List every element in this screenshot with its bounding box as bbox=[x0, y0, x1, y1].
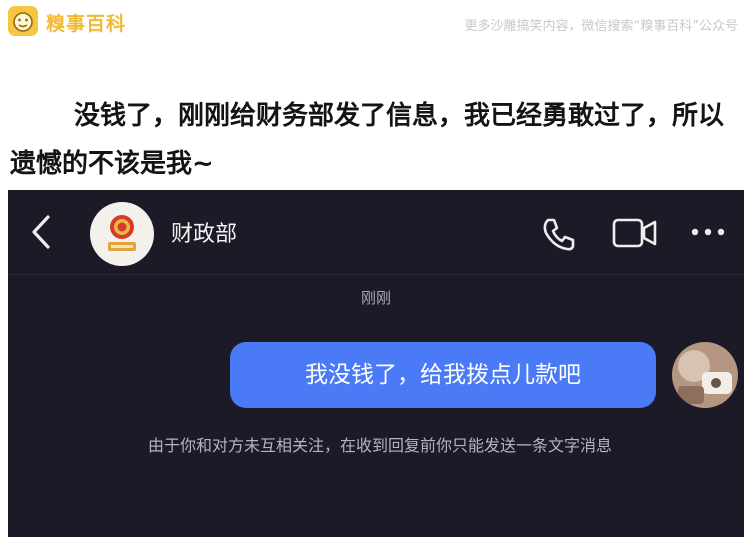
chat-screenshot: 财政部 刚刚 我没钱了，给我拨点儿款吧 由于你和对方未互相关注，在收到回复前你只… bbox=[8, 190, 744, 537]
sent-message-bubble[interactable]: 我没钱了，给我拨点儿款吧 bbox=[230, 342, 656, 408]
system-notice: 由于你和对方未互相关注，在收到回复前你只能发送一条文字消息 bbox=[147, 436, 612, 455]
brand-logo-text: 糗事百科 bbox=[46, 13, 127, 35]
back-icon[interactable] bbox=[30, 214, 52, 250]
contact-name: 财政部 bbox=[171, 222, 238, 247]
contact-avatar[interactable] bbox=[90, 202, 154, 266]
phone-call-icon[interactable] bbox=[538, 214, 578, 254]
user-avatar[interactable] bbox=[672, 342, 738, 408]
video-call-icon[interactable] bbox=[612, 216, 658, 250]
more-icon[interactable] bbox=[690, 226, 726, 238]
message-timestamp: 刚刚 bbox=[360, 289, 391, 307]
watermark-tagline: 更多沙雕搞笑内容，微信搜索“糗事百科”公众号 bbox=[464, 19, 738, 34]
national-emblem-icon bbox=[108, 215, 136, 251]
brand-logo-icon bbox=[8, 6, 38, 36]
chat-header: 财政部 bbox=[8, 190, 744, 275]
post-caption: 没钱了，刚刚给财务部发了信息，我已经勇敢过了，所以遗憾的不该是我~ bbox=[10, 101, 725, 179]
message-text: 我没钱了，给我拨点儿款吧 bbox=[305, 362, 581, 388]
watermark-bar: 糗事百科 更多沙雕搞笑内容，微信搜索“糗事百科”公众号 bbox=[0, 0, 752, 44]
